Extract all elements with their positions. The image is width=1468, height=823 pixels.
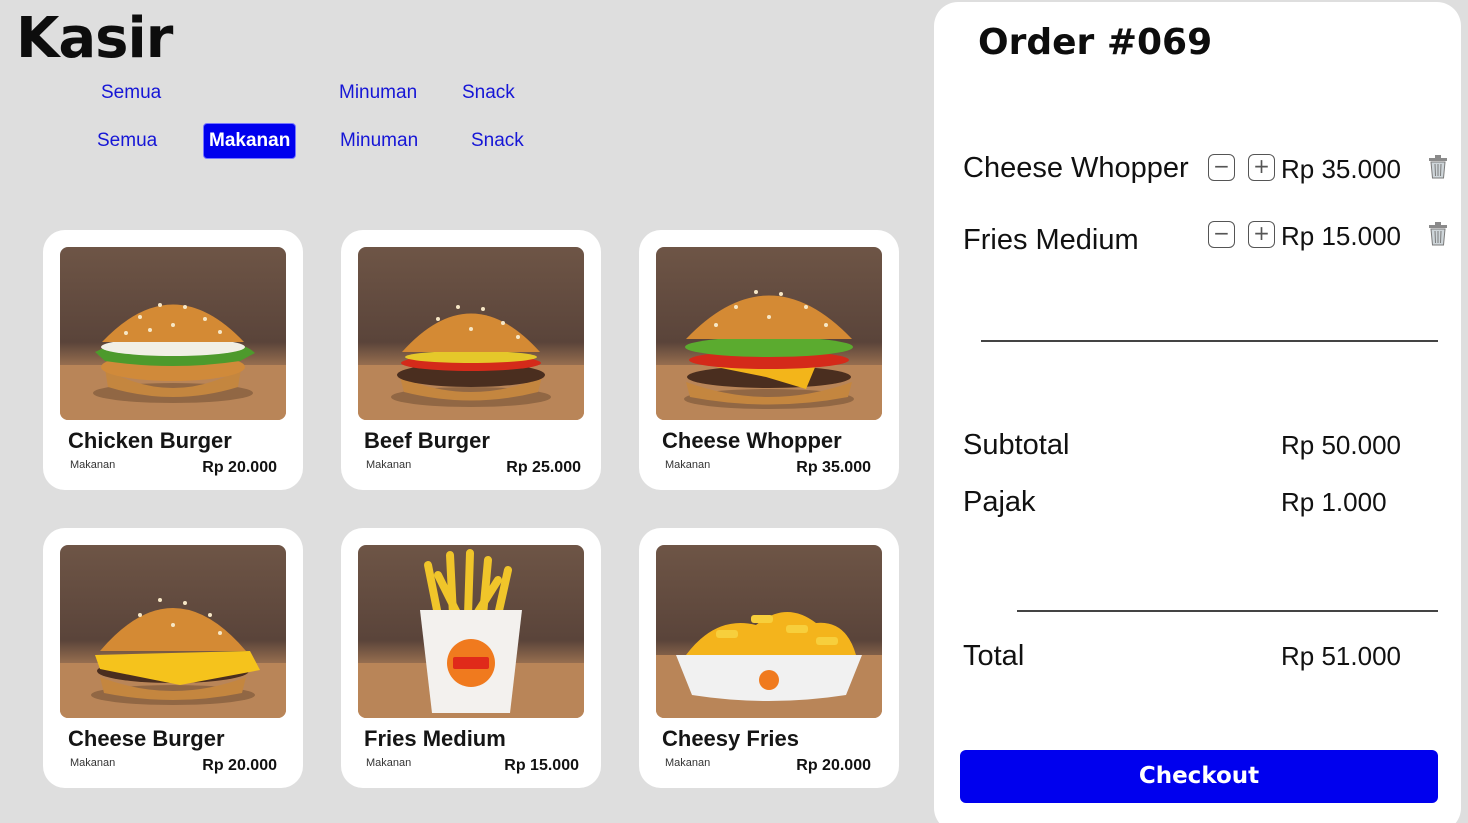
category-tab-snack[interactable]: Snack (471, 130, 524, 152)
tax-value: Rp 1.000 (1281, 487, 1387, 517)
cheese-whopper-image (656, 247, 882, 420)
product-card-cheese-burger[interactable]: Cheese Burger Makanan Rp 20.000 (43, 528, 303, 788)
tax-label: Pajak (963, 486, 1036, 518)
product-name: Cheese Burger (68, 726, 225, 751)
category-tab-snack-top[interactable]: Snack (462, 82, 515, 104)
chicken-burger-image (60, 247, 286, 420)
product-name: Beef Burger (364, 428, 490, 453)
product-name: Fries Medium (364, 726, 506, 751)
product-card-cheesy-fries[interactable]: Cheesy Fries Makanan Rp 20.000 (639, 528, 899, 788)
minus-icon[interactable]: − (1208, 154, 1235, 181)
plus-icon[interactable]: + (1248, 154, 1275, 181)
plus-icon[interactable]: + (1248, 221, 1275, 248)
total-value: Rp 51.000 (1281, 641, 1401, 671)
order-title: Order #069 (978, 22, 1213, 63)
category-tab-semua-top[interactable]: Semua (101, 82, 161, 104)
checkout-button[interactable]: Checkout (960, 750, 1438, 803)
order-item-price: Rp 15.000 (1281, 221, 1401, 251)
category-tab-semua[interactable]: Semua (97, 130, 157, 152)
total-label: Total (963, 640, 1025, 672)
category-tab-minuman-top[interactable]: Minuman (339, 82, 417, 104)
product-category: Makanan (70, 757, 116, 769)
divider (981, 340, 1438, 342)
product-category: Makanan (366, 459, 412, 471)
subtotal-value: Rp 50.000 (1281, 430, 1401, 460)
product-price: Rp 15.000 (504, 757, 579, 774)
product-category: Makanan (70, 459, 116, 471)
order-item-price: Rp 35.000 (1281, 154, 1401, 184)
minus-icon[interactable]: − (1208, 221, 1235, 248)
category-tab-minuman[interactable]: Minuman (340, 130, 418, 152)
product-price: Rp 35.000 (796, 459, 871, 476)
order-item-name: Fries Medium (963, 224, 1139, 256)
product-card-fries-medium[interactable]: Fries Medium Makanan Rp 15.000 (341, 528, 601, 788)
beef-burger-image (358, 247, 584, 420)
subtotal-label: Subtotal (963, 429, 1070, 461)
product-category: Makanan (665, 757, 711, 769)
product-category: Makanan (665, 459, 711, 471)
product-card-cheese-whopper[interactable]: Cheese Whopper Makanan Rp 35.000 (639, 230, 899, 490)
trash-icon[interactable] (1427, 155, 1449, 179)
product-card-chicken-burger[interactable]: Chicken Burger Makanan Rp 20.000 (43, 230, 303, 490)
product-name: Cheese Whopper (662, 428, 842, 453)
category-tab-makanan[interactable]: Makanan (203, 123, 297, 159)
product-price: Rp 20.000 (202, 459, 277, 476)
fries-medium-image (358, 545, 584, 718)
product-card-beef-burger[interactable]: Beef Burger Makanan Rp 25.000 (341, 230, 601, 490)
product-price: Rp 20.000 (796, 757, 871, 774)
product-name: Cheesy Fries (662, 726, 799, 751)
cheesy-fries-image (656, 545, 882, 718)
product-category: Makanan (366, 757, 412, 769)
divider (1017, 610, 1438, 612)
product-price: Rp 25.000 (506, 459, 581, 476)
product-price: Rp 20.000 (202, 757, 277, 774)
product-name: Chicken Burger (68, 428, 232, 453)
app-title: Kasir (16, 6, 173, 71)
order-panel: Order #069 Cheese Whopper − + Rp 35.000 … (934, 2, 1461, 823)
cheese-burger-image (60, 545, 286, 718)
order-item-name: Cheese Whopper (963, 152, 1189, 184)
trash-icon[interactable] (1427, 222, 1449, 246)
